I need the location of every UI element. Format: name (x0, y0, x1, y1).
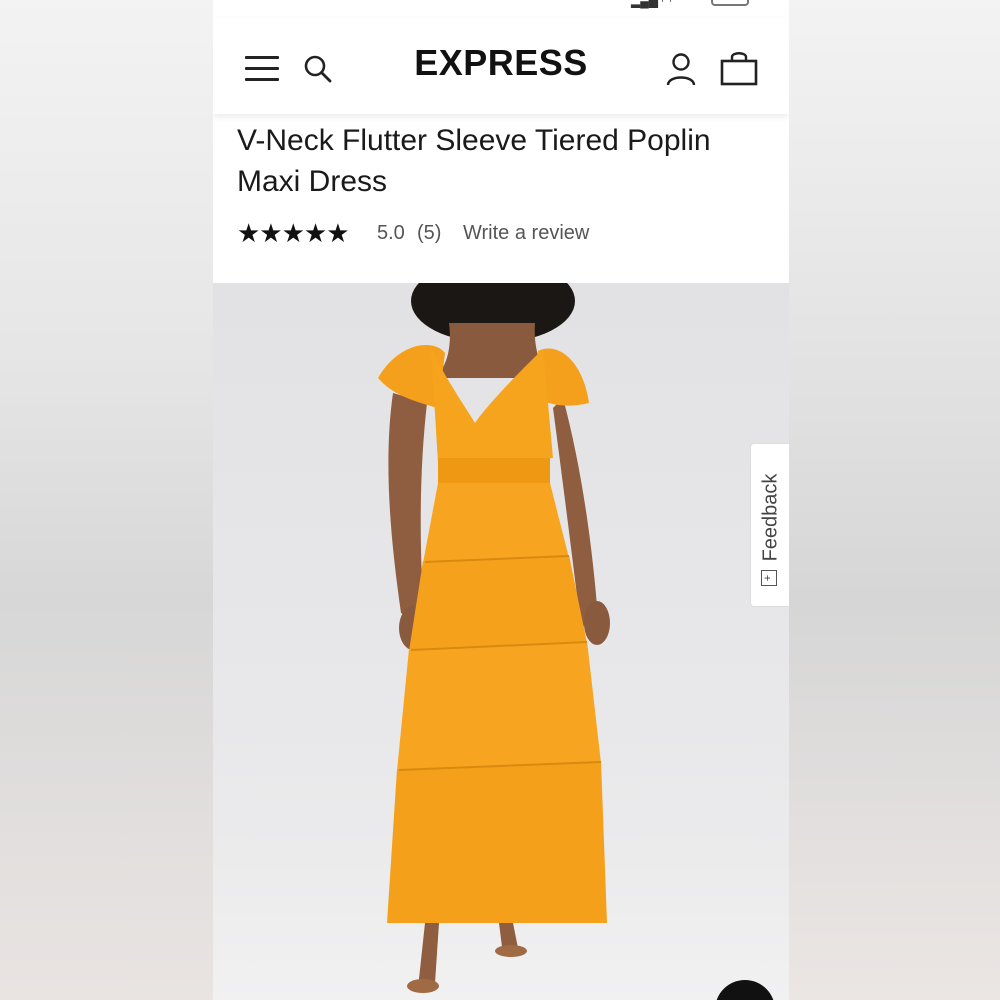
signal-icon: ▂▄▆ ◠ (631, 0, 672, 8)
rating-value: 5.0 (377, 222, 405, 244)
feedback-tab[interactable]: Feedback + (750, 443, 789, 607)
account-icon[interactable] (665, 52, 697, 86)
background-right (789, 0, 1000, 1000)
write-review-link[interactable]: Write a review (463, 222, 589, 245)
status-bar: ▂▄▆ ◠ (213, 0, 789, 14)
feedback-plus-icon: + (761, 570, 777, 586)
brand-logo[interactable]: EXPRESS (213, 42, 789, 84)
product-image[interactable]: Feedback + (213, 283, 789, 1000)
model-photo (378, 283, 610, 993)
background-left (0, 0, 213, 1000)
phone-screen: ▂▄▆ ◠ EXPRESS V-Neck Flutter Sleeve Tier… (213, 0, 789, 1000)
star-rating-icon: ★★★★★ (237, 218, 350, 248)
site-header: EXPRESS (213, 18, 789, 114)
battery-icon (711, 0, 749, 6)
product-title: V-Neck Flutter Sleeve Tiered Poplin Maxi… (237, 124, 711, 198)
shopping-bag-icon[interactable] (719, 50, 759, 86)
review-count[interactable]: (5) (417, 222, 441, 245)
feedback-label: Feedback (759, 473, 782, 562)
